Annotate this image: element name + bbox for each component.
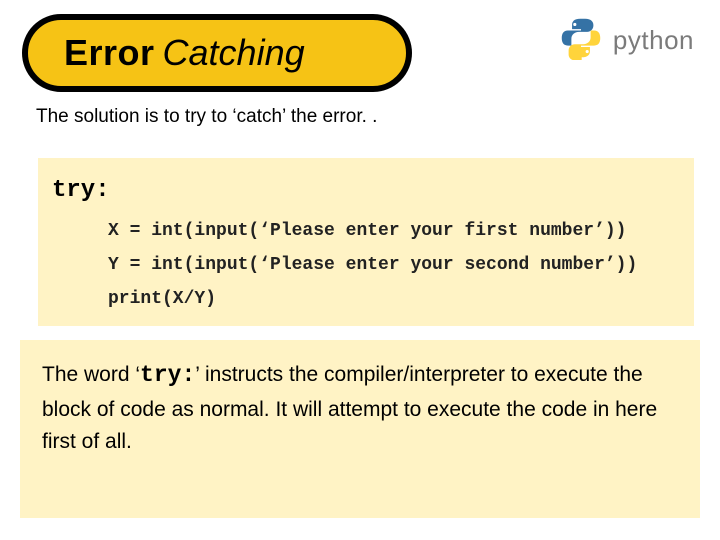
code-line-1: X = int(input(‘Please enter your first n… xyxy=(52,214,688,248)
title-bold: Error xyxy=(64,32,155,74)
python-logo-word: python xyxy=(613,25,694,56)
explanation-box: The word ‘try:’ instructs the compiler/i… xyxy=(20,340,700,518)
code-line-3: print(X/Y) xyxy=(52,282,688,316)
python-logo: python xyxy=(559,16,694,65)
slide-title-pill: Error Catching xyxy=(22,14,412,92)
explain-pre: The word ‘ xyxy=(42,363,140,386)
code-try-keyword: try: xyxy=(52,168,688,214)
code-block: try: X = int(input(‘Please enter your fi… xyxy=(38,158,694,326)
slide: Error Catching python The solution is to… xyxy=(0,0,720,540)
explain-keyword: try: xyxy=(140,362,195,388)
title-italic: Catching xyxy=(163,32,305,74)
code-line-2: Y = int(input(‘Please enter your second … xyxy=(52,248,688,282)
python-logo-icon xyxy=(559,16,603,65)
intro-text: The solution is to try to ‘catch’ the er… xyxy=(36,106,377,128)
